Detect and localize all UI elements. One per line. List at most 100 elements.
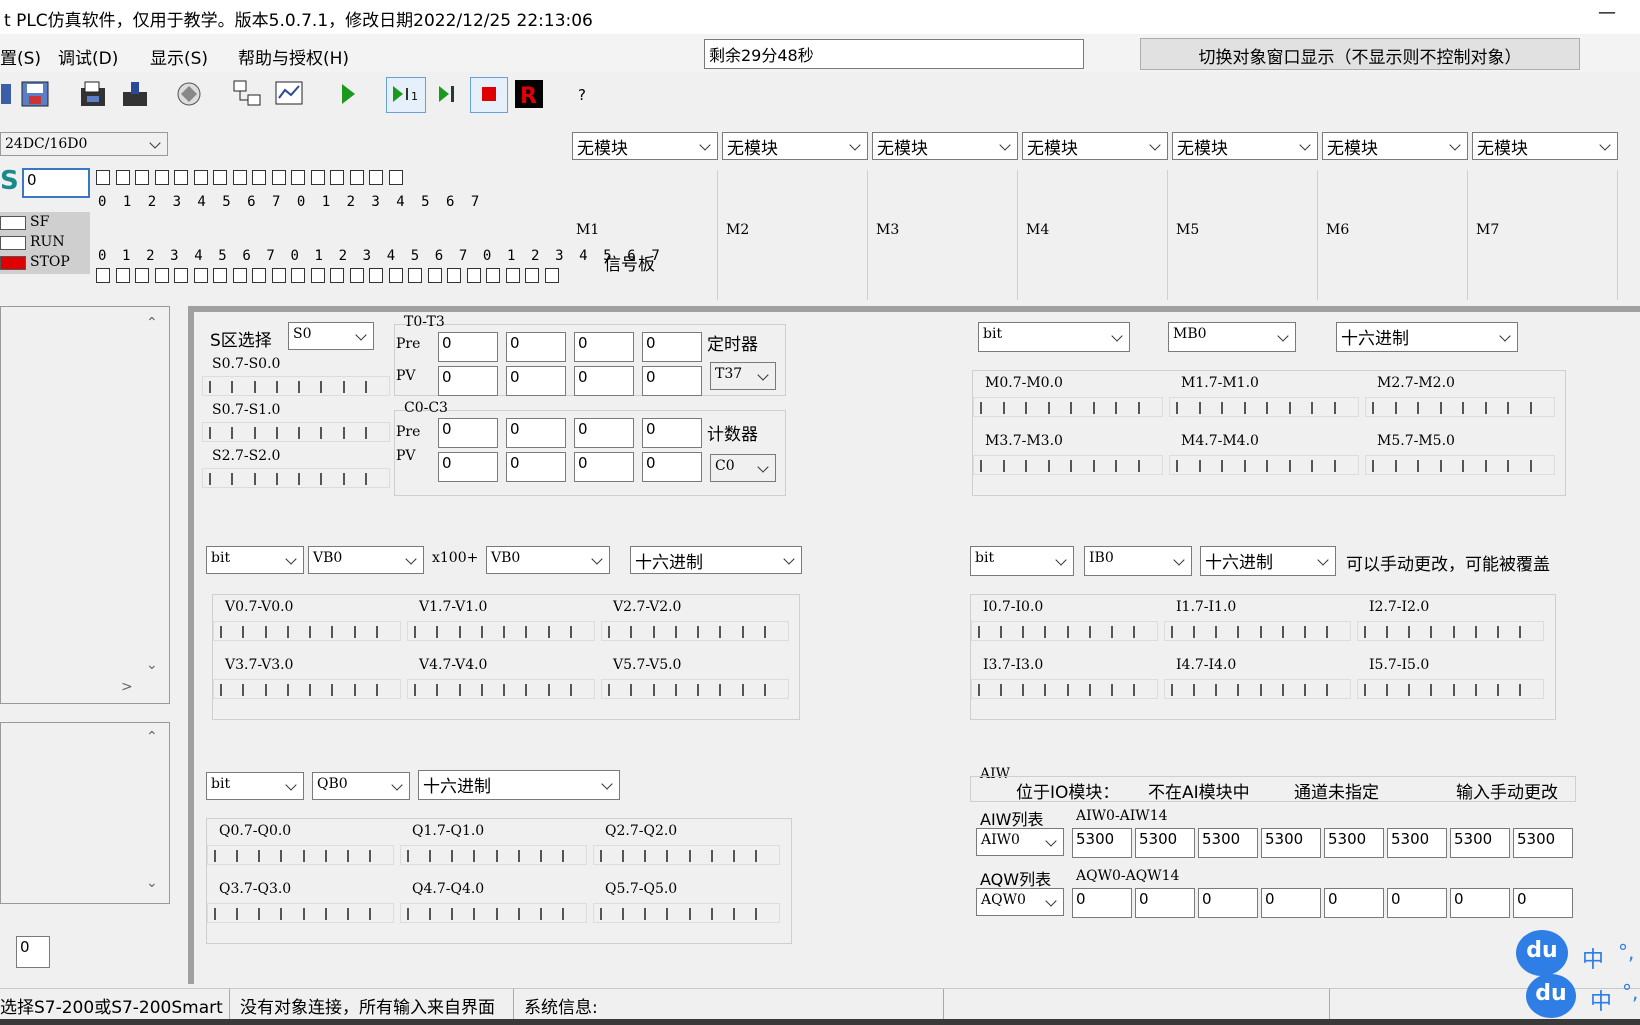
q-byte-bits-0-bit-3[interactable] (280, 850, 283, 862)
s-row-bits-0-bit-2[interactable] (253, 381, 256, 393)
input-indicator-14[interactable] (369, 170, 383, 185)
m-type-select[interactable]: bit (978, 322, 1130, 352)
s-row-bits-2-bit-0[interactable] (209, 473, 211, 485)
i-byte-bits-5-bit-0[interactable] (1364, 684, 1366, 696)
aqw-value-input-7[interactable]: 0 (1513, 888, 1573, 918)
input-indicator-12[interactable] (330, 170, 344, 185)
m-byte-bits-1-bit-0[interactable] (1176, 402, 1178, 414)
q-byte-bits-3[interactable] (207, 903, 394, 923)
s-row-bits-1-bit-1[interactable] (231, 427, 234, 439)
input-indicator-13[interactable] (349, 170, 364, 185)
aiw-value-input-4[interactable]: 5300 (1324, 828, 1384, 858)
i-byte-bits-0-bit-6[interactable] (1110, 626, 1113, 638)
q-byte-bits-0-bit-1[interactable] (236, 850, 239, 862)
counter-pv-input-0[interactable]: 0 (438, 452, 498, 482)
q-byte-bits-0-bit-7[interactable] (368, 850, 371, 862)
v-byte-bits-0-bit-4[interactable] (309, 626, 311, 638)
scroll-down-icon[interactable]: ⌄ (146, 657, 158, 673)
m-byte-bits-4-bit-2[interactable] (1221, 460, 1223, 472)
counter-pre-input-2[interactable]: 0 (574, 418, 634, 448)
q-byte-bits-3-bit-0[interactable] (214, 908, 216, 920)
v-byte-bits-0[interactable] (213, 621, 401, 641)
i-byte-bits-0-bit-5[interactable] (1088, 626, 1091, 638)
v-byte-bits-5-bit-4[interactable] (697, 684, 699, 696)
q-byte-bits-3-bit-2[interactable] (258, 908, 261, 920)
q-byte-bits-2-bit-0[interactable] (600, 850, 602, 862)
counter-pv-input-1[interactable]: 0 (506, 452, 566, 482)
i-byte-bits-0-bit-7[interactable] (1132, 626, 1135, 638)
s-row-bits-2-bit-3[interactable] (275, 473, 278, 485)
i-byte-bits-4-bit-1[interactable] (1193, 684, 1196, 696)
i-byte-bits-5-bit-3[interactable] (1430, 684, 1433, 696)
ime-punct-mode-icon-2[interactable]: °, (1622, 980, 1638, 1004)
counter-pv-input-2[interactable]: 0 (574, 452, 634, 482)
m-byte-bits-5-bit-5[interactable] (1484, 460, 1487, 472)
v-byte-bits-5-bit-7[interactable] (763, 684, 766, 696)
q-byte-bits-3-bit-3[interactable] (280, 908, 283, 920)
i-byte-bits-3-bit-6[interactable] (1110, 684, 1113, 696)
counter-select[interactable]: C0 (710, 454, 776, 482)
output-indicator-3[interactable] (154, 268, 169, 283)
scroll-up-icon-2[interactable]: ⌃ (146, 729, 158, 745)
i-byte-bits-5-bit-5[interactable] (1474, 684, 1477, 696)
i-byte-bits-2-bit-1[interactable] (1386, 626, 1389, 638)
m-base-select[interactable]: MB0 (1168, 322, 1296, 352)
network-icon[interactable] (230, 77, 264, 113)
m-byte-bits-1-bit-4[interactable] (1266, 402, 1268, 414)
input-indicator-4[interactable] (174, 170, 188, 185)
q-byte-bits-3-bit-5[interactable] (324, 908, 327, 920)
v-byte-bits-2-bit-5[interactable] (719, 626, 722, 638)
module-select-4[interactable]: 无模块 (1022, 132, 1168, 160)
i-byte-bits-4-bit-0[interactable] (1171, 684, 1173, 696)
q-byte-bits-4-bit-7[interactable] (561, 908, 564, 920)
module-select-5[interactable]: 无模块 (1172, 132, 1318, 160)
menu-debug[interactable]: 调试(D) (58, 44, 118, 69)
m-byte-bits-3-bit-1[interactable] (1002, 460, 1005, 472)
i-byte-bits-4[interactable] (1164, 679, 1351, 699)
m-byte-bits-0-bit-7[interactable] (1137, 402, 1140, 414)
s-row-bits-0-bit-4[interactable] (298, 381, 300, 393)
help-question-icon[interactable]: ? (578, 86, 586, 104)
ime-punct-mode-icon[interactable]: °, (1618, 940, 1634, 964)
v-byte-bits-3-bit-5[interactable] (331, 684, 334, 696)
i-byte-bits-3-bit-5[interactable] (1088, 684, 1091, 696)
q-byte-bits-2[interactable] (593, 845, 780, 865)
run-icon[interactable] (330, 77, 364, 113)
q-byte-bits-5[interactable] (593, 903, 780, 923)
v-byte-bits-3-bit-6[interactable] (353, 684, 356, 696)
q-byte-bits-5-bit-5[interactable] (710, 908, 713, 920)
output-indicator-10[interactable] (291, 268, 305, 283)
input-indicator-9[interactable] (271, 170, 286, 185)
timer-pre-input-1[interactable]: 0 (506, 332, 566, 362)
i-byte-bits-5-bit-1[interactable] (1386, 684, 1389, 696)
m-byte-bits-0-bit-0[interactable] (980, 402, 982, 414)
v-byte-bits-5-bit-5[interactable] (719, 684, 722, 696)
q-byte-bits-1-bit-7[interactable] (561, 850, 564, 862)
m-byte-bits-3-bit-5[interactable] (1092, 460, 1095, 472)
i-byte-bits-2[interactable] (1357, 621, 1544, 641)
i-byte-bits-4-bit-5[interactable] (1281, 684, 1284, 696)
i-byte-bits-3-bit-4[interactable] (1066, 684, 1069, 696)
m-byte-bits-2-bit-1[interactable] (1394, 402, 1397, 414)
v-byte-bits-1-bit-7[interactable] (569, 626, 572, 638)
i-byte-bits-1-bit-1[interactable] (1193, 626, 1196, 638)
m-byte-bits-1-bit-7[interactable] (1333, 402, 1336, 414)
v-byte-bits-0-bit-5[interactable] (331, 626, 334, 638)
v-byte-bits-4-bit-5[interactable] (525, 684, 528, 696)
toggle-object-window-button[interactable]: 切换对象窗口显示（不显示则不控制对象） (1140, 38, 1580, 70)
v-byte-bits-1-bit-5[interactable] (525, 626, 528, 638)
cpu-address-input[interactable]: 0 (22, 168, 90, 198)
i-byte-bits-2-bit-7[interactable] (1518, 626, 1521, 638)
input-indicator-8[interactable] (252, 170, 266, 185)
q-byte-bits-1-bit-4[interactable] (495, 850, 498, 862)
m-byte-bits-2-bit-7[interactable] (1529, 402, 1532, 414)
aqw-value-input-2[interactable]: 0 (1198, 888, 1258, 918)
v-byte-bits-5-bit-0[interactable] (608, 684, 610, 696)
m-byte-bits-4-bit-7[interactable] (1333, 460, 1336, 472)
s-row-bits-2-bit-2[interactable] (253, 473, 256, 485)
m-byte-bits-0-bit-3[interactable] (1047, 402, 1050, 414)
q-byte-bits-0-bit-4[interactable] (302, 850, 305, 862)
i-type-select[interactable]: bit (970, 546, 1074, 576)
m-byte-bits-5-bit-4[interactable] (1462, 460, 1464, 472)
m-byte-bits-4-bit-5[interactable] (1288, 460, 1291, 472)
